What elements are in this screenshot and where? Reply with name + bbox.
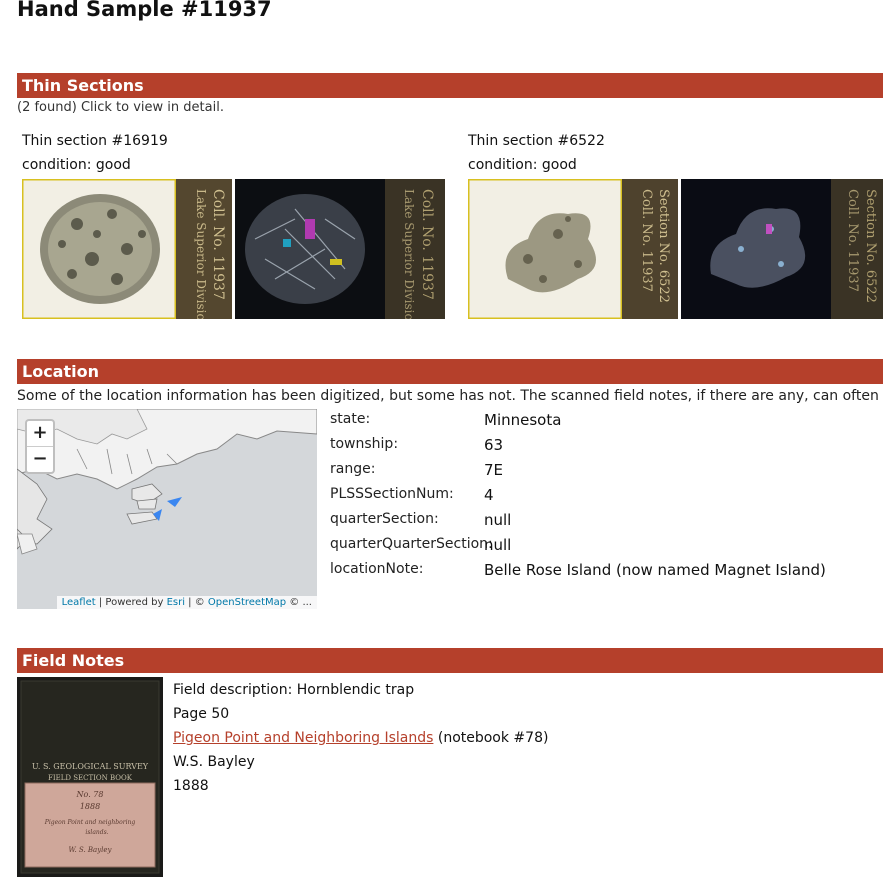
openstreetmap-link[interactable]: OpenStreetMap xyxy=(208,597,286,608)
field-value: 4 xyxy=(484,486,494,504)
field-description: Field description: Hornblendic trap xyxy=(173,682,415,698)
thin-section-polarized-image[interactable]: Lake Superior Division Coll. No. 11937 xyxy=(235,179,445,319)
field-key: state: xyxy=(330,411,371,427)
attribution-tail: © ... xyxy=(286,597,312,608)
notebook-link[interactable]: Pigeon Point and Neighboring Islands xyxy=(173,730,433,746)
location-map[interactable]: + − Leaflet | Powered by Esri | © OpenSt… xyxy=(17,409,317,609)
leaflet-link[interactable]: Leaflet xyxy=(62,597,96,608)
cover-title-text: Pigeon Point and neighboring xyxy=(44,819,136,826)
svg-text:Coll. No. 11937: Coll. No. 11937 xyxy=(639,189,654,292)
zoom-in-button[interactable]: + xyxy=(27,421,53,447)
cover-survey-text: U. S. GEOLOGICAL SURVEY xyxy=(32,762,149,771)
cover-title-text-2: islands. xyxy=(85,829,108,836)
cover-year-text: 1888 xyxy=(80,802,100,811)
cover-author-text: W. S. Bayley xyxy=(68,846,112,854)
attribution-separator: | © xyxy=(184,597,208,608)
svg-text:Coll. No. 11937: Coll. No. 11937 xyxy=(419,189,435,300)
zoom-out-button[interactable]: − xyxy=(27,447,53,472)
svg-text:Section No. 6522: Section No. 6522 xyxy=(863,189,878,303)
svg-text:Coll. No. 11937: Coll. No. 11937 xyxy=(845,189,860,292)
field-key: quarterSection: xyxy=(330,511,439,527)
thin-section-polarized-image[interactable]: Coll. No. 11937 Section No. 6522 xyxy=(681,179,883,319)
cover-number-text: No. 78 xyxy=(76,790,104,799)
thin-section-condition: condition: good xyxy=(468,157,577,173)
cover-book-text: FIELD SECTION BOOK xyxy=(48,774,133,782)
field-key: range: xyxy=(330,461,376,477)
map-attribution: Leaflet | Powered by Esri | © OpenStreet… xyxy=(56,596,317,609)
field-value: Belle Rose Island (now named Magnet Isla… xyxy=(484,561,826,579)
notebook-number: (notebook #78) xyxy=(433,730,549,746)
svg-text:Coll. No. 11937: Coll. No. 11937 xyxy=(210,189,226,300)
field-notes-heading: Field Notes xyxy=(17,648,883,673)
map-tiles[interactable] xyxy=(17,409,317,609)
thin-sections-summary: (2 found) Click to view in detail. xyxy=(17,100,224,115)
notebook-line: Pigeon Point and Neighboring Islands (no… xyxy=(173,730,548,746)
field-key: locationNote: xyxy=(330,561,424,577)
thin-section-condition: condition: good xyxy=(22,157,131,173)
thin-sections-heading: Thin Sections xyxy=(17,73,883,98)
field-notes-author: W.S. Bayley xyxy=(173,754,255,770)
field-notes-page: Page 50 xyxy=(173,706,230,722)
field-notes-year: 1888 xyxy=(173,778,209,794)
field-key: PLSSSectionNum: xyxy=(330,486,454,502)
field-value: 63 xyxy=(484,436,504,454)
field-value: null xyxy=(484,511,512,529)
thin-section-plane-light-image[interactable]: Lake Superior Division Coll. No. 11937 xyxy=(22,179,232,319)
field-value: 7E xyxy=(484,461,504,479)
field-value: null xyxy=(484,536,512,554)
attribution-powered-text: | Powered by xyxy=(95,597,167,608)
location-heading: Location xyxy=(17,359,883,384)
notebook-cover-image[interactable]: U. S. GEOLOGICAL SURVEY FIELD SECTION BO… xyxy=(17,677,163,877)
page-title: Hand Sample #11937 xyxy=(17,0,272,21)
thin-section-title: Thin section #6522 xyxy=(468,133,605,149)
field-key: quarterQuarterSection: xyxy=(330,536,493,552)
thin-section-plane-light-image[interactable]: Coll. No. 11937 Section No. 6522 xyxy=(468,179,678,319)
svg-text:Section No. 6522: Section No. 6522 xyxy=(656,189,671,303)
svg-text:Lake Superior Division: Lake Superior Division xyxy=(402,189,416,319)
location-intro: Some of the location information has bee… xyxy=(17,388,883,404)
thin-section-title: Thin section #16919 xyxy=(22,133,168,149)
svg-text:Lake Superior Division: Lake Superior Division xyxy=(194,189,208,319)
field-key: township: xyxy=(330,436,399,452)
zoom-controls: + − xyxy=(25,419,55,474)
field-value: Minnesota xyxy=(484,411,562,429)
esri-link[interactable]: Esri xyxy=(167,597,185,608)
